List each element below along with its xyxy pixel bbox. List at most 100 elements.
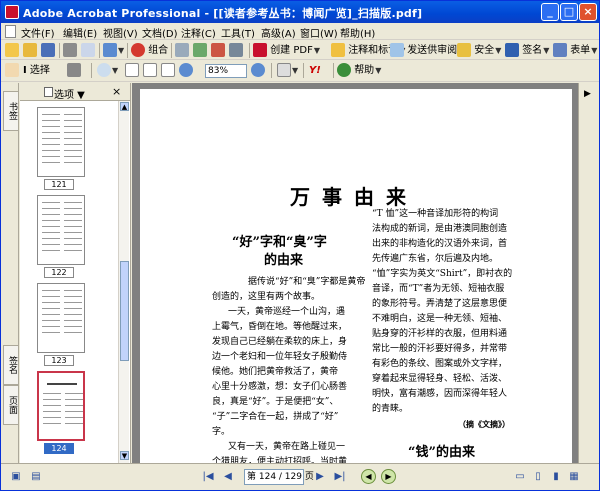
zoom-in-button[interactable] bbox=[251, 63, 265, 78]
menu-comments[interactable]: 注释(C) bbox=[181, 25, 216, 40]
navigation-pane-tabs: 书签 签名 页面 bbox=[1, 83, 19, 463]
menu-file[interactable]: 文件(F) bbox=[21, 25, 55, 40]
secure-button[interactable]: 安全▼ bbox=[457, 43, 501, 58]
page-view-icon[interactable] bbox=[229, 43, 243, 58]
create-icon[interactable] bbox=[5, 43, 19, 58]
save-icon[interactable] bbox=[41, 43, 55, 58]
close-window-button[interactable]: × bbox=[579, 3, 597, 21]
menu-window[interactable]: 窗口(W) bbox=[300, 25, 338, 40]
minimize-button[interactable]: _ bbox=[541, 3, 559, 21]
tab-signatures[interactable]: 签名 bbox=[3, 345, 18, 385]
single-page-icon[interactable]: ▭ bbox=[513, 470, 527, 484]
left-line: 一天，黄帝巡经一个山沟，遇 bbox=[228, 307, 346, 317]
page-thumbnail-121[interactable] bbox=[37, 107, 85, 177]
fit-width-button[interactable] bbox=[161, 63, 175, 78]
layout-icon[interactable]: ▣ bbox=[9, 470, 23, 484]
next-view-button[interactable]: ▶ bbox=[381, 469, 396, 484]
scroll-down-arrow-icon[interactable]: ▼ bbox=[120, 451, 129, 460]
pages-icon bbox=[44, 87, 53, 97]
page-heading: 万事由来 bbox=[290, 185, 418, 209]
forms-button[interactable]: 表单▼ bbox=[553, 43, 597, 58]
left-article-title-1: “好”字和“臭”字 bbox=[232, 235, 327, 250]
thumbnail-label-124: 124 bbox=[44, 443, 74, 454]
actual-size-button[interactable] bbox=[125, 63, 139, 78]
combine-icon bbox=[131, 43, 145, 57]
close-panel-icon[interactable]: × bbox=[112, 85, 121, 98]
zoom-input[interactable]: 83% bbox=[205, 64, 247, 78]
combine-button[interactable]: 组合 bbox=[131, 43, 168, 58]
rotate-view-button[interactable]: ▼ bbox=[277, 63, 298, 78]
hand-icon bbox=[5, 63, 19, 77]
yahoo-toolbar-button[interactable]: Y! bbox=[309, 63, 321, 78]
maximize-button[interactable]: □ bbox=[560, 3, 578, 21]
attach-icon[interactable]: ▼ bbox=[103, 43, 124, 58]
help-button[interactable]: 帮助▼ bbox=[337, 63, 381, 78]
plus-icon bbox=[251, 63, 265, 77]
continuous-icon[interactable]: ▯ bbox=[531, 470, 545, 484]
acrobat-app-icon[interactable] bbox=[5, 5, 19, 19]
left-line: 字。 bbox=[212, 427, 231, 437]
page-thumbnail-122[interactable] bbox=[37, 195, 85, 265]
open-folder-icon[interactable] bbox=[23, 43, 37, 58]
menu-advanced[interactable]: 高级(A) bbox=[261, 25, 296, 40]
thumbnails-scroll-thumb[interactable] bbox=[120, 261, 129, 361]
thumbnails-scrollbar[interactable]: ▲ ▼ bbox=[118, 101, 129, 463]
hand-tool[interactable] bbox=[5, 63, 19, 78]
select-tool[interactable]: I 选择 bbox=[23, 63, 50, 78]
page-thumbnail-123[interactable] bbox=[37, 283, 85, 353]
continuous-layout-icon[interactable]: ▤ bbox=[29, 470, 43, 484]
tab-pages[interactable]: 页面 bbox=[3, 385, 18, 425]
review-icon bbox=[331, 43, 345, 57]
title-bar[interactable]: Adobe Acrobat Professional - [[读者参考丛书：博闻… bbox=[1, 1, 599, 23]
right-line: 音译，而“T”者为无领、短袖衣服 bbox=[372, 284, 505, 294]
scroll-up-arrow-icon[interactable]: ▲ bbox=[120, 102, 129, 111]
left-line: 良，真是“好”。于是便把“女”、 bbox=[212, 397, 339, 407]
menu-help[interactable]: 帮助(H) bbox=[340, 25, 375, 40]
right-line: 贴身穿的汗衫样的衣服，但用料通 bbox=[372, 329, 508, 339]
next-page-button[interactable]: ▶ bbox=[313, 470, 327, 484]
page-add-icon[interactable] bbox=[211, 43, 225, 58]
sign-button[interactable]: 签名▼ bbox=[505, 43, 549, 58]
scroll-right-arrow-icon[interactable]: ▶ bbox=[584, 89, 591, 99]
document-scrollbar[interactable]: ▶ bbox=[578, 83, 599, 463]
pdf-page[interactable]: 万事由来 “好”字和“臭”字 的由来 据传说“好”和“臭”字都是黄帝 创造的，这… bbox=[140, 89, 572, 463]
right-line: 明快，富有潮感，因而深得年轻人 bbox=[372, 389, 508, 399]
tab-bookmarks[interactable]: 书签 bbox=[3, 91, 18, 131]
left-line: 个猎朋友，便主动打招呼。当时黄 bbox=[212, 457, 348, 463]
text-cursor-icon: I bbox=[23, 65, 27, 76]
thumbnail-label-123: 123 bbox=[44, 355, 74, 366]
document-menu-icon[interactable] bbox=[5, 25, 16, 38]
zoom-tool[interactable]: ▼ bbox=[97, 63, 118, 78]
image-icon[interactable] bbox=[193, 43, 207, 58]
document-view[interactable]: 万事由来 “好”字和“臭”字 的由来 据传说“好”和“臭”字都是黄帝 创造的，这… bbox=[132, 83, 578, 463]
fit-page-button[interactable] bbox=[143, 63, 157, 78]
print-icon[interactable] bbox=[63, 43, 77, 58]
help-icon bbox=[337, 63, 351, 77]
menu-edit[interactable]: 编辑(E) bbox=[63, 25, 97, 40]
create-pdf-button[interactable]: 创建 PDF▼ bbox=[253, 43, 320, 58]
first-page-button[interactable]: |◀ bbox=[201, 470, 215, 484]
right-article-source: （摘《文摘》） bbox=[458, 419, 510, 429]
menu-view[interactable]: 视图(V) bbox=[103, 25, 138, 40]
left-line: 创造的，这里有两个故事。 bbox=[212, 292, 321, 302]
send-review-button[interactable]: 发送供审阅▼ bbox=[390, 43, 464, 58]
lock-icon bbox=[457, 43, 471, 57]
zoom-out-button[interactable] bbox=[179, 63, 193, 78]
facing-icon[interactable]: ▮ bbox=[549, 470, 563, 484]
right-line: 法构成的新词，是由港澳同胞创造 bbox=[372, 224, 508, 234]
left-line: 心里十分感激，想：女子们心肠善 bbox=[212, 382, 348, 392]
menu-tools[interactable]: 工具(T) bbox=[221, 25, 255, 40]
continuous-facing-icon[interactable]: ▦ bbox=[567, 470, 581, 484]
previous-view-button[interactable]: ◀ bbox=[361, 469, 376, 484]
page-thumbnail-124[interactable] bbox=[37, 371, 85, 441]
options-menu[interactable]: 选项 ▼ bbox=[54, 86, 85, 101]
select-label: 选择 bbox=[29, 65, 50, 76]
previous-page-button[interactable]: ◀ bbox=[221, 470, 235, 484]
menu-document[interactable]: 文档(D) bbox=[142, 25, 178, 40]
snapshot-tool[interactable] bbox=[67, 63, 81, 78]
page-number-input[interactable]: 第 124 / 129 页 bbox=[244, 469, 314, 485]
last-page-button[interactable]: ▶| bbox=[333, 470, 347, 484]
right-line: 的象形符号。弄清楚了这层意思便 bbox=[372, 299, 508, 309]
email-icon[interactable] bbox=[81, 43, 95, 58]
grid-icon[interactable] bbox=[175, 43, 189, 58]
